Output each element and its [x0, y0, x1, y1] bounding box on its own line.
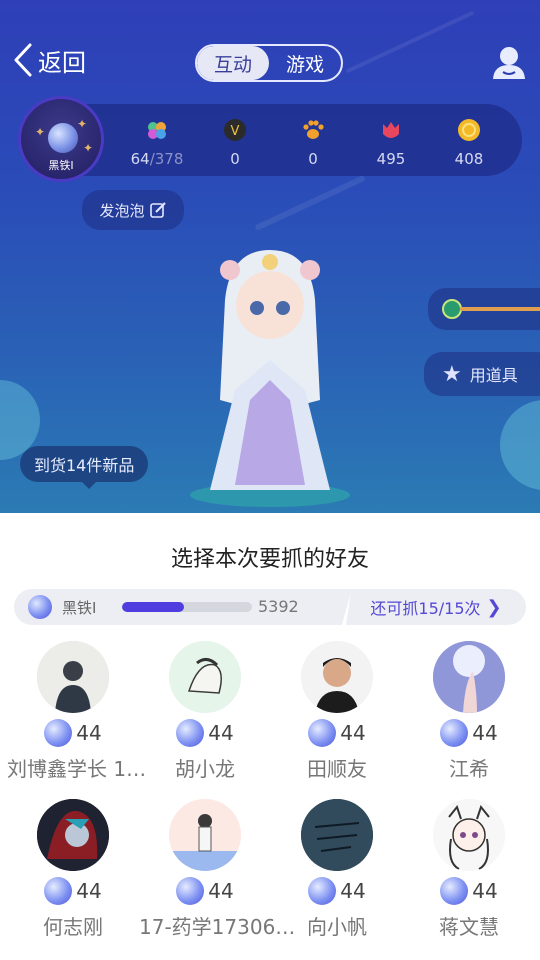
friend-level: 44	[208, 721, 234, 745]
friend-item[interactable]: 44 蒋文慧	[403, 799, 535, 940]
friend-level: 44	[76, 721, 102, 745]
light-streak	[254, 174, 366, 232]
rank-name: 黑铁Ⅰ	[62, 599, 97, 617]
friend-name: 田顺友	[307, 757, 367, 781]
clover-icon	[148, 122, 166, 139]
friend-level: 44	[208, 879, 234, 903]
level-orb-icon	[44, 877, 73, 905]
rank-orb-icon	[48, 123, 78, 153]
stat-coin[interactable]: 408	[434, 118, 504, 168]
edit-icon	[149, 202, 166, 218]
light-streak	[345, 10, 475, 74]
stat-flower[interactable]: 495	[356, 118, 426, 168]
star-icon: ★	[442, 361, 462, 387]
key-button[interactable]	[428, 288, 540, 330]
progress-track	[122, 602, 252, 612]
game-scene: 返回 互动 游戏 ✦ ✦ ✦ 黑铁Ⅰ 64/378 V 0 0 495 408 …	[0, 0, 540, 513]
avatar	[433, 799, 505, 871]
level-orb-icon	[308, 877, 337, 905]
progress-fill	[122, 602, 185, 612]
friend-item[interactable]: 44 何志刚	[7, 799, 139, 940]
vip-badge-icon: V	[224, 119, 246, 141]
sparkle-icon: ✦	[77, 117, 88, 131]
avatar	[37, 799, 109, 871]
friend-name: 向小帆	[307, 915, 367, 939]
friend-name: 江希	[449, 757, 489, 781]
friend-name: 蒋文慧	[439, 915, 499, 939]
avatar	[301, 641, 373, 713]
friend-level: 44	[340, 879, 366, 903]
paw-icon	[303, 120, 324, 139]
friend-item[interactable]: 44 江希	[403, 641, 535, 782]
stat-value: 0	[230, 150, 240, 168]
decor-bubble	[500, 400, 540, 490]
back-button[interactable]: 返回	[12, 42, 86, 78]
mode-toggle: 互动 游戏	[195, 44, 343, 82]
avatar-character	[190, 250, 350, 507]
sheet-title: 选择本次要抓的好友	[170, 547, 369, 572]
rank-progress-bar: 黑铁Ⅰ 5392	[14, 589, 352, 625]
chevron-left-icon	[14, 43, 32, 77]
flower-icon	[383, 122, 399, 138]
use-prop-label: 用道具	[469, 366, 518, 385]
stat-value: 64	[130, 150, 150, 168]
avatar	[433, 641, 505, 713]
rank-orb-icon	[28, 595, 52, 619]
remaining-catches-button[interactable]: 还可抓15/15次 ❯	[346, 589, 526, 625]
sparkle-icon: ✦	[35, 125, 46, 139]
friend-item[interactable]: 44 田顺友	[271, 641, 403, 782]
level-orb-icon	[440, 877, 469, 905]
friend-name: 刘博鑫学长 1…	[7, 757, 147, 781]
send-bubble-label: 发泡泡	[99, 201, 145, 220]
stat-value: 0	[308, 150, 318, 168]
stat-vip[interactable]: V 0	[200, 118, 270, 168]
new-arrivals-tooltip[interactable]: 到货14件新品	[20, 446, 149, 489]
chevron-right-icon: ❯	[486, 596, 502, 618]
svg-text:V: V	[231, 124, 240, 139]
friend-level: 44	[76, 879, 102, 903]
sparkle-icon: ✦	[83, 141, 94, 155]
stat-value: 408	[454, 150, 484, 168]
stat-total: /378	[149, 150, 184, 168]
avatar	[301, 799, 373, 871]
coin-icon	[458, 119, 480, 141]
friend-name: 胡小龙	[175, 757, 235, 781]
friend-item[interactable]: 44 胡小龙	[139, 641, 271, 782]
friend-level: 44	[340, 721, 366, 745]
remaining-label: 还可抓15/15次	[370, 599, 481, 618]
tab-interact[interactable]: 互动	[197, 46, 269, 80]
friend-item[interactable]: 44 向小帆	[271, 799, 403, 940]
avatar	[169, 641, 241, 713]
key-icon	[442, 299, 540, 319]
level-orb-icon	[176, 877, 205, 905]
rank-badge[interactable]: ✦ ✦ ✦ 黑铁Ⅰ	[18, 96, 104, 182]
avatar	[37, 641, 109, 713]
level-orb-icon	[176, 719, 205, 747]
friend-item[interactable]: 44 17-药学17306…	[139, 799, 296, 940]
rank-label: 黑铁Ⅰ	[48, 159, 74, 172]
rank-score: 5392	[258, 597, 299, 616]
friend-picker-sheet: 选择本次要抓的好友 黑铁Ⅰ 5392 还可抓15/15次 ❯ 44 刘博鑫学长 …	[0, 513, 540, 960]
use-prop-button[interactable]: ★ 用道具	[424, 352, 540, 396]
avatar	[169, 799, 241, 871]
send-bubble-button[interactable]: 发泡泡	[82, 190, 184, 230]
friend-name: 17-药学17306…	[139, 915, 296, 939]
friend-name: 何志刚	[43, 915, 103, 939]
friend-level: 44	[472, 879, 498, 903]
back-label: 返回	[38, 48, 86, 77]
stat-clover[interactable]: 64/378	[122, 118, 192, 168]
friend-level: 44	[472, 721, 498, 745]
stat-value: 495	[376, 150, 406, 168]
user-profile-icon[interactable]	[490, 43, 528, 81]
friend-item[interactable]: 44 刘博鑫学长 1…	[7, 641, 147, 782]
stat-paw[interactable]: 0	[278, 118, 348, 168]
level-orb-icon	[44, 719, 73, 747]
tab-game[interactable]: 游戏	[269, 46, 341, 80]
level-orb-icon	[440, 719, 469, 747]
level-orb-icon	[308, 719, 337, 747]
